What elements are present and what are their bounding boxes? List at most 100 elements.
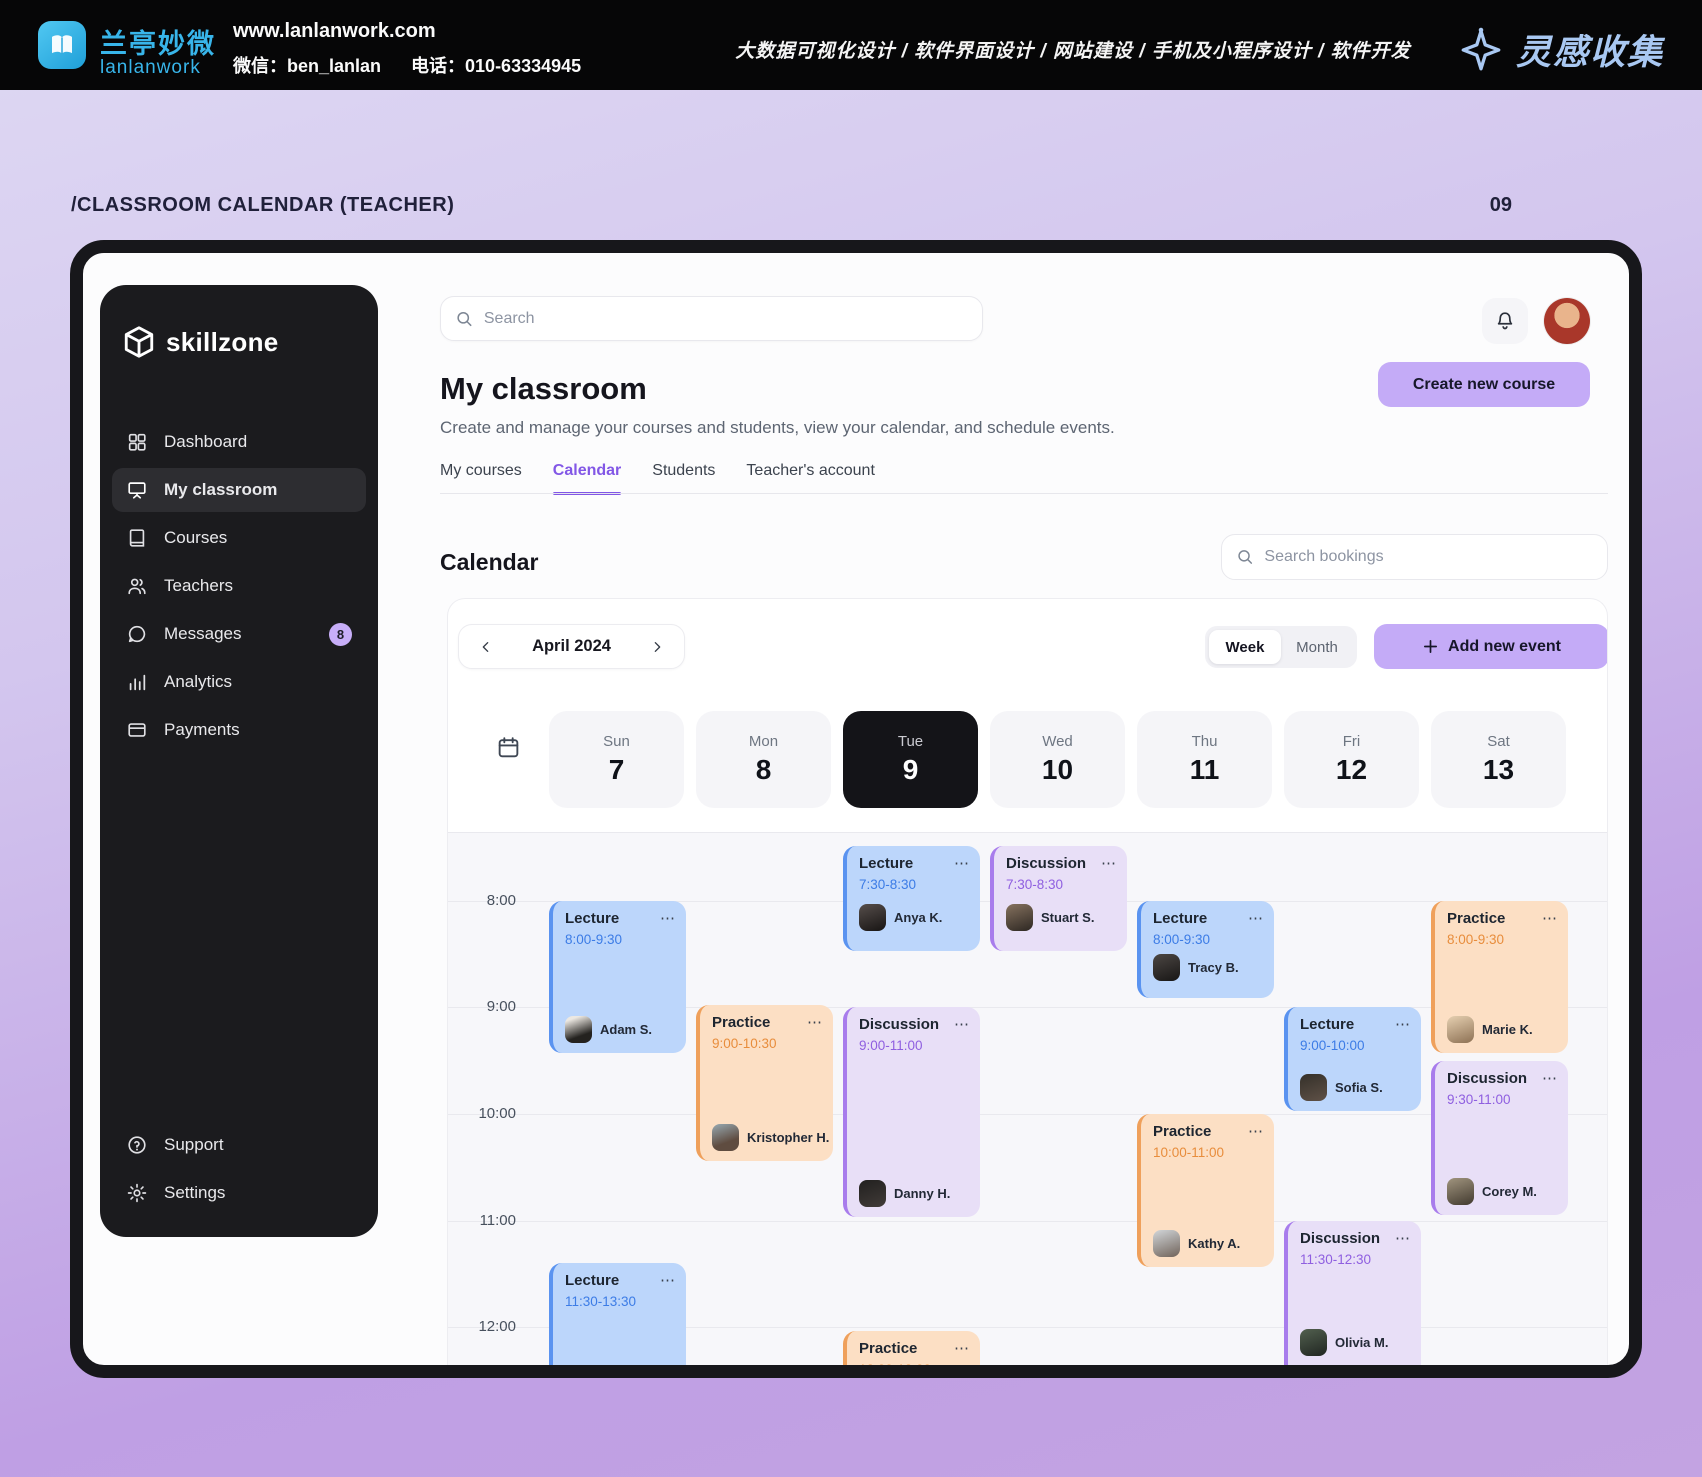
day-label: Sat: [1487, 733, 1510, 750]
month-label: April 2024: [532, 637, 611, 655]
event-time: 7:30-8:30: [1006, 877, 1064, 892]
event-menu-icon[interactable]: ⋯: [1395, 1017, 1411, 1032]
payments-icon: [128, 723, 146, 737]
plus-icon: [1424, 639, 1438, 654]
collect-brand-text: 灵感收集: [1516, 32, 1665, 73]
event-title: Lecture: [565, 1272, 620, 1289]
collect-brand: 灵感收集: [1456, 24, 1664, 75]
event-time: 8:00-9:30: [1447, 932, 1505, 947]
event-menu-icon[interactable]: ⋯: [660, 1273, 676, 1288]
event-card[interactable]: Practice ⋯ 10:00-11:00 Kathy A.: [1137, 1114, 1274, 1267]
sidebar-item-label: Settings: [164, 1183, 226, 1202]
event-person: Anya K.: [894, 910, 943, 925]
sidebar-item-label: Payments: [164, 720, 240, 739]
prev-month-button[interactable]: [475, 636, 497, 658]
sidebar-item-dashboard[interactable]: Dashboard: [112, 420, 366, 464]
day-card-wed[interactable]: Wed 10: [990, 711, 1125, 808]
tab-calendar[interactable]: Calendar: [552, 462, 622, 495]
sidebar-item-payments[interactable]: Payments: [112, 708, 366, 752]
search-input[interactable]: [483, 309, 968, 328]
user-avatar[interactable]: [1544, 298, 1590, 344]
event-menu-icon[interactable]: ⋯: [1542, 1071, 1558, 1086]
global-search[interactable]: [440, 296, 983, 341]
event-menu-icon[interactable]: ⋯: [954, 1017, 970, 1032]
day-card-mon[interactable]: Mon 8: [696, 711, 831, 808]
sidebar: skillzone Dashboard My classroom Courses…: [100, 285, 378, 1237]
event-person: Kathy A.: [1188, 1236, 1241, 1251]
sidebar-item-support[interactable]: Support: [112, 1123, 366, 1167]
event-card[interactable]: Lecture ⋯ 11:30-13:30: [549, 1263, 686, 1365]
day-number: 7: [608, 754, 625, 785]
tab-students[interactable]: Students: [652, 462, 715, 494]
tabs-divider: [440, 493, 1608, 494]
day-number: 12: [1335, 754, 1368, 785]
day-card-sun[interactable]: Sun 7: [549, 711, 684, 808]
teachers-icon: [128, 578, 146, 595]
event-card[interactable]: Discussion ⋯ 9:30-11:00 Corey M.: [1431, 1061, 1568, 1215]
page-title: My classroom: [440, 371, 647, 406]
bell-icon: [1497, 312, 1513, 330]
search-icon: [457, 311, 472, 326]
sidebar-item-my-classroom[interactable]: My classroom: [112, 468, 366, 512]
avatar: [1300, 1074, 1327, 1101]
notifications-button[interactable]: [1482, 298, 1528, 344]
services-list: 大数据可视化设计 / 软件界面设计 / 网站建设 / 手机及小程序设计 / 软件…: [735, 41, 1411, 62]
sidebar-item-messages[interactable]: Messages 8: [112, 612, 366, 656]
event-menu-icon[interactable]: ⋯: [1101, 856, 1117, 871]
event-card[interactable]: Lecture ⋯ 8:00-9:30 Adam S.: [549, 901, 686, 1053]
event-card[interactable]: Lecture ⋯ 7:30-8:30 Anya K.: [843, 846, 980, 951]
event-card[interactable]: Discussion ⋯ 9:00-11:00 Danny H.: [843, 1007, 980, 1217]
event-card[interactable]: Discussion ⋯ 7:30-8:30 Stuart S.: [990, 846, 1127, 951]
day-label: Sun: [603, 733, 630, 750]
event-person: Danny H.: [894, 1186, 951, 1201]
avatar: [859, 904, 886, 931]
avatar: [565, 1016, 592, 1043]
event-card[interactable]: Discussion ⋯ 11:30-12:30 Olivia M.: [1284, 1221, 1421, 1365]
event-time: 12:00-13:00: [859, 1362, 970, 1365]
event-card[interactable]: Practice ⋯ 9:00-10:30 Kristopher H.: [696, 1005, 833, 1161]
view-toggle-week[interactable]: Week: [1209, 630, 1281, 664]
sidebar-item-courses[interactable]: Courses: [112, 516, 366, 560]
view-toggle-month[interactable]: Month: [1281, 630, 1353, 664]
day-card-tue-selected[interactable]: Tue 9: [843, 711, 978, 808]
sidebar-item-label: Messages: [164, 624, 242, 643]
event-card[interactable]: Practice ⋯ 8:00-9:30 Marie K.: [1431, 901, 1568, 1053]
event-menu-icon[interactable]: ⋯: [1395, 1231, 1411, 1246]
tab-teachers-account[interactable]: Teacher's account: [746, 462, 874, 494]
day-card-sat[interactable]: Sat 13: [1431, 711, 1566, 808]
avatar: [1447, 1178, 1474, 1205]
day-label: Thu: [1191, 733, 1218, 750]
event-title: Practice: [712, 1014, 771, 1031]
add-new-event-button[interactable]: Add new event: [1374, 624, 1607, 669]
day-card-fri[interactable]: Fri 12: [1284, 711, 1419, 808]
company-name-en: lanlanwork: [100, 57, 201, 78]
event-card[interactable]: Practice ⋯ 12:00-13:00: [843, 1331, 980, 1365]
classroom-tabs: My courses Calendar Students Teacher's a…: [440, 456, 875, 495]
event-menu-icon[interactable]: ⋯: [954, 1341, 970, 1356]
event-person: Sofia S.: [1335, 1080, 1383, 1095]
sidebar-item-settings[interactable]: Settings: [112, 1171, 366, 1215]
bookings-search[interactable]: [1221, 534, 1608, 580]
dashboard-icon: [128, 433, 146, 451]
add-new-event-label: Add new event: [1448, 637, 1561, 655]
bookings-search-input[interactable]: [1264, 548, 1593, 566]
event-menu-icon[interactable]: ⋯: [1248, 1124, 1264, 1139]
event-menu-icon[interactable]: ⋯: [954, 856, 970, 871]
next-month-button[interactable]: [646, 636, 668, 658]
event-menu-icon[interactable]: ⋯: [660, 911, 676, 926]
day-card-thu[interactable]: Thu 11: [1137, 711, 1272, 808]
avatar: [1447, 1016, 1474, 1043]
sidebar-item-analytics[interactable]: Analytics: [112, 660, 366, 704]
event-card[interactable]: Lecture ⋯ 9:00-10:00 Sofia S.: [1284, 1007, 1421, 1111]
sidebar-item-teachers[interactable]: Teachers: [112, 564, 366, 608]
tab-my-courses[interactable]: My courses: [440, 462, 522, 494]
search-icon: [1238, 550, 1253, 564]
event-menu-icon[interactable]: ⋯: [1542, 911, 1558, 926]
skillzone-logo-icon: [124, 326, 154, 358]
event-menu-icon[interactable]: ⋯: [1248, 911, 1264, 926]
event-menu-icon[interactable]: ⋯: [807, 1015, 823, 1030]
avatar: [1006, 904, 1033, 931]
create-new-course-button[interactable]: Create new course: [1378, 362, 1590, 407]
event-card[interactable]: Lecture ⋯ 8:00-9:30 Tracy B.: [1137, 901, 1274, 998]
event-time: 9:00-11:00: [859, 1038, 923, 1053]
